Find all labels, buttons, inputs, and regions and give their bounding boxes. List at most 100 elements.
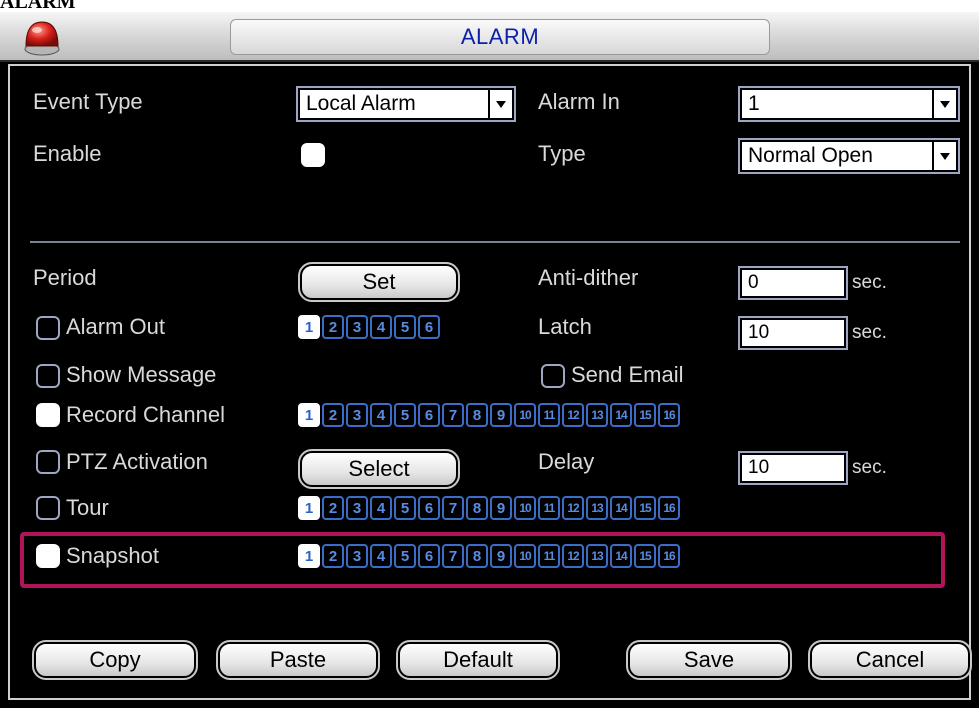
alarm-window: ALARM Event Type Local Alarm Alarm In 1 … <box>0 12 979 708</box>
snapshot-checkbox[interactable] <box>36 544 60 568</box>
alarm-out-channel-2[interactable]: 2 <box>322 315 344 339</box>
record-channel-6[interactable]: 6 <box>418 403 440 427</box>
record-channel-5[interactable]: 5 <box>394 403 416 427</box>
tour-channel-14[interactable]: 14 <box>610 496 632 520</box>
tour-label: Tour <box>66 495 109 520</box>
tour-channel-8[interactable]: 8 <box>466 496 488 520</box>
delay-input[interactable]: 10 <box>738 451 848 485</box>
paste-button[interactable]: Paste <box>216 640 380 680</box>
snapshot-channel-7[interactable]: 7 <box>442 544 464 568</box>
alarm-out-channel-4[interactable]: 4 <box>370 315 392 339</box>
tour-channel-10[interactable]: 10 <box>514 496 536 520</box>
snapshot-channel-14[interactable]: 14 <box>610 544 632 568</box>
tour-channel-1[interactable]: 1 <box>298 496 320 520</box>
tour-channel-4[interactable]: 4 <box>370 496 392 520</box>
tour-channel-11[interactable]: 11 <box>538 496 560 520</box>
record-channel-9[interactable]: 9 <box>490 403 512 427</box>
show-message-label: Show Message <box>66 362 217 387</box>
show-message-checkbox[interactable] <box>36 364 60 388</box>
alarm-in-value: 1 <box>748 92 760 115</box>
record-channel-checkbox[interactable] <box>36 403 60 427</box>
tour-channel-2[interactable]: 2 <box>322 496 344 520</box>
latch-input[interactable]: 10 <box>738 316 848 350</box>
snapshot-channel-9[interactable]: 9 <box>490 544 512 568</box>
tour-channel-16[interactable]: 16 <box>658 496 680 520</box>
ptz-select-button[interactable]: Select <box>298 449 460 489</box>
record-channel-12[interactable]: 12 <box>562 403 584 427</box>
chevron-down-icon[interactable] <box>932 142 956 170</box>
cancel-button[interactable]: Cancel <box>808 640 972 680</box>
section-divider <box>30 241 960 243</box>
record-channel-3[interactable]: 3 <box>346 403 368 427</box>
tour-channel-9[interactable]: 9 <box>490 496 512 520</box>
period-set-button[interactable]: Set <box>298 262 460 302</box>
enable-label: Enable <box>33 141 102 166</box>
record-channel-8[interactable]: 8 <box>466 403 488 427</box>
ptz-activation-checkbox[interactable] <box>36 450 60 474</box>
tour-channel-7[interactable]: 7 <box>442 496 464 520</box>
snapshot-channel-6[interactable]: 6 <box>418 544 440 568</box>
snapshot-channel-10[interactable]: 10 <box>514 544 536 568</box>
enable-checkbox[interactable] <box>301 143 325 167</box>
type-value: Normal Open <box>748 144 873 167</box>
type-select[interactable]: Normal Open <box>738 138 960 174</box>
tour-channel-15[interactable]: 15 <box>634 496 656 520</box>
snapshot-channel-15[interactable]: 15 <box>634 544 656 568</box>
snapshot-channel-3[interactable]: 3 <box>346 544 368 568</box>
tour-channel-13[interactable]: 13 <box>586 496 608 520</box>
record-channel-15[interactable]: 15 <box>634 403 656 427</box>
record-channel-channels: 1 2 3 4 5 6 7 8 9 10 11 12 13 14 15 16 <box>298 403 682 427</box>
alarm-in-select[interactable]: 1 <box>738 86 960 122</box>
ptz-activation-label: PTZ Activation <box>66 449 208 474</box>
event-type-label: Event Type <box>33 89 143 114</box>
alarm-in-label: Alarm In <box>538 89 620 114</box>
snapshot-channel-8[interactable]: 8 <box>466 544 488 568</box>
snapshot-channel-1[interactable]: 1 <box>298 544 320 568</box>
anti-dither-unit: sec. <box>852 272 887 293</box>
alarm-out-checkbox[interactable] <box>36 316 60 340</box>
delay-label: Delay <box>538 449 595 474</box>
latch-unit: sec. <box>852 322 887 343</box>
record-channel-13[interactable]: 13 <box>586 403 608 427</box>
record-channel-7[interactable]: 7 <box>442 403 464 427</box>
snapshot-channel-11[interactable]: 11 <box>538 544 560 568</box>
chevron-down-icon[interactable] <box>932 90 956 118</box>
snapshot-channel-12[interactable]: 12 <box>562 544 584 568</box>
snapshot-channel-4[interactable]: 4 <box>370 544 392 568</box>
copy-button[interactable]: Copy <box>32 640 198 680</box>
anti-dither-label: Anti-dither <box>538 265 639 290</box>
record-channel-4[interactable]: 4 <box>370 403 392 427</box>
snapshot-label: Snapshot <box>66 543 159 568</box>
alarm-light-icon <box>24 21 60 56</box>
anti-dither-input[interactable]: 0 <box>738 266 848 300</box>
record-channel-1[interactable]: 1 <box>298 403 320 427</box>
send-email-checkbox[interactable] <box>541 364 565 388</box>
alarm-out-channel-3[interactable]: 3 <box>346 315 368 339</box>
snapshot-channel-5[interactable]: 5 <box>394 544 416 568</box>
record-channel-2[interactable]: 2 <box>322 403 344 427</box>
tour-checkbox[interactable] <box>36 496 60 520</box>
record-channel-11[interactable]: 11 <box>538 403 560 427</box>
record-channel-14[interactable]: 14 <box>610 403 632 427</box>
snapshot-channel-13[interactable]: 13 <box>586 544 608 568</box>
alarm-out-channel-6[interactable]: 6 <box>418 315 440 339</box>
tour-channel-12[interactable]: 12 <box>562 496 584 520</box>
record-channel-10[interactable]: 10 <box>514 403 536 427</box>
record-channel-16[interactable]: 16 <box>658 403 680 427</box>
latch-label: Latch <box>538 314 592 339</box>
event-type-select[interactable]: Local Alarm <box>296 86 516 122</box>
chevron-down-icon[interactable] <box>488 90 512 118</box>
type-label: Type <box>538 141 586 166</box>
title-bar: ALARM <box>0 12 979 62</box>
alarm-out-channel-5[interactable]: 5 <box>394 315 416 339</box>
tour-channel-5[interactable]: 5 <box>394 496 416 520</box>
alarm-out-channel-1[interactable]: 1 <box>298 315 320 339</box>
tour-channel-6[interactable]: 6 <box>418 496 440 520</box>
delay-unit: sec. <box>852 457 887 478</box>
tour-channel-3[interactable]: 3 <box>346 496 368 520</box>
snapshot-channel-16[interactable]: 16 <box>658 544 680 568</box>
snapshot-channel-2[interactable]: 2 <box>322 544 344 568</box>
alarm-out-channels: 1 2 3 4 5 6 <box>298 315 442 339</box>
save-button[interactable]: Save <box>626 640 792 680</box>
default-button[interactable]: Default <box>396 640 560 680</box>
